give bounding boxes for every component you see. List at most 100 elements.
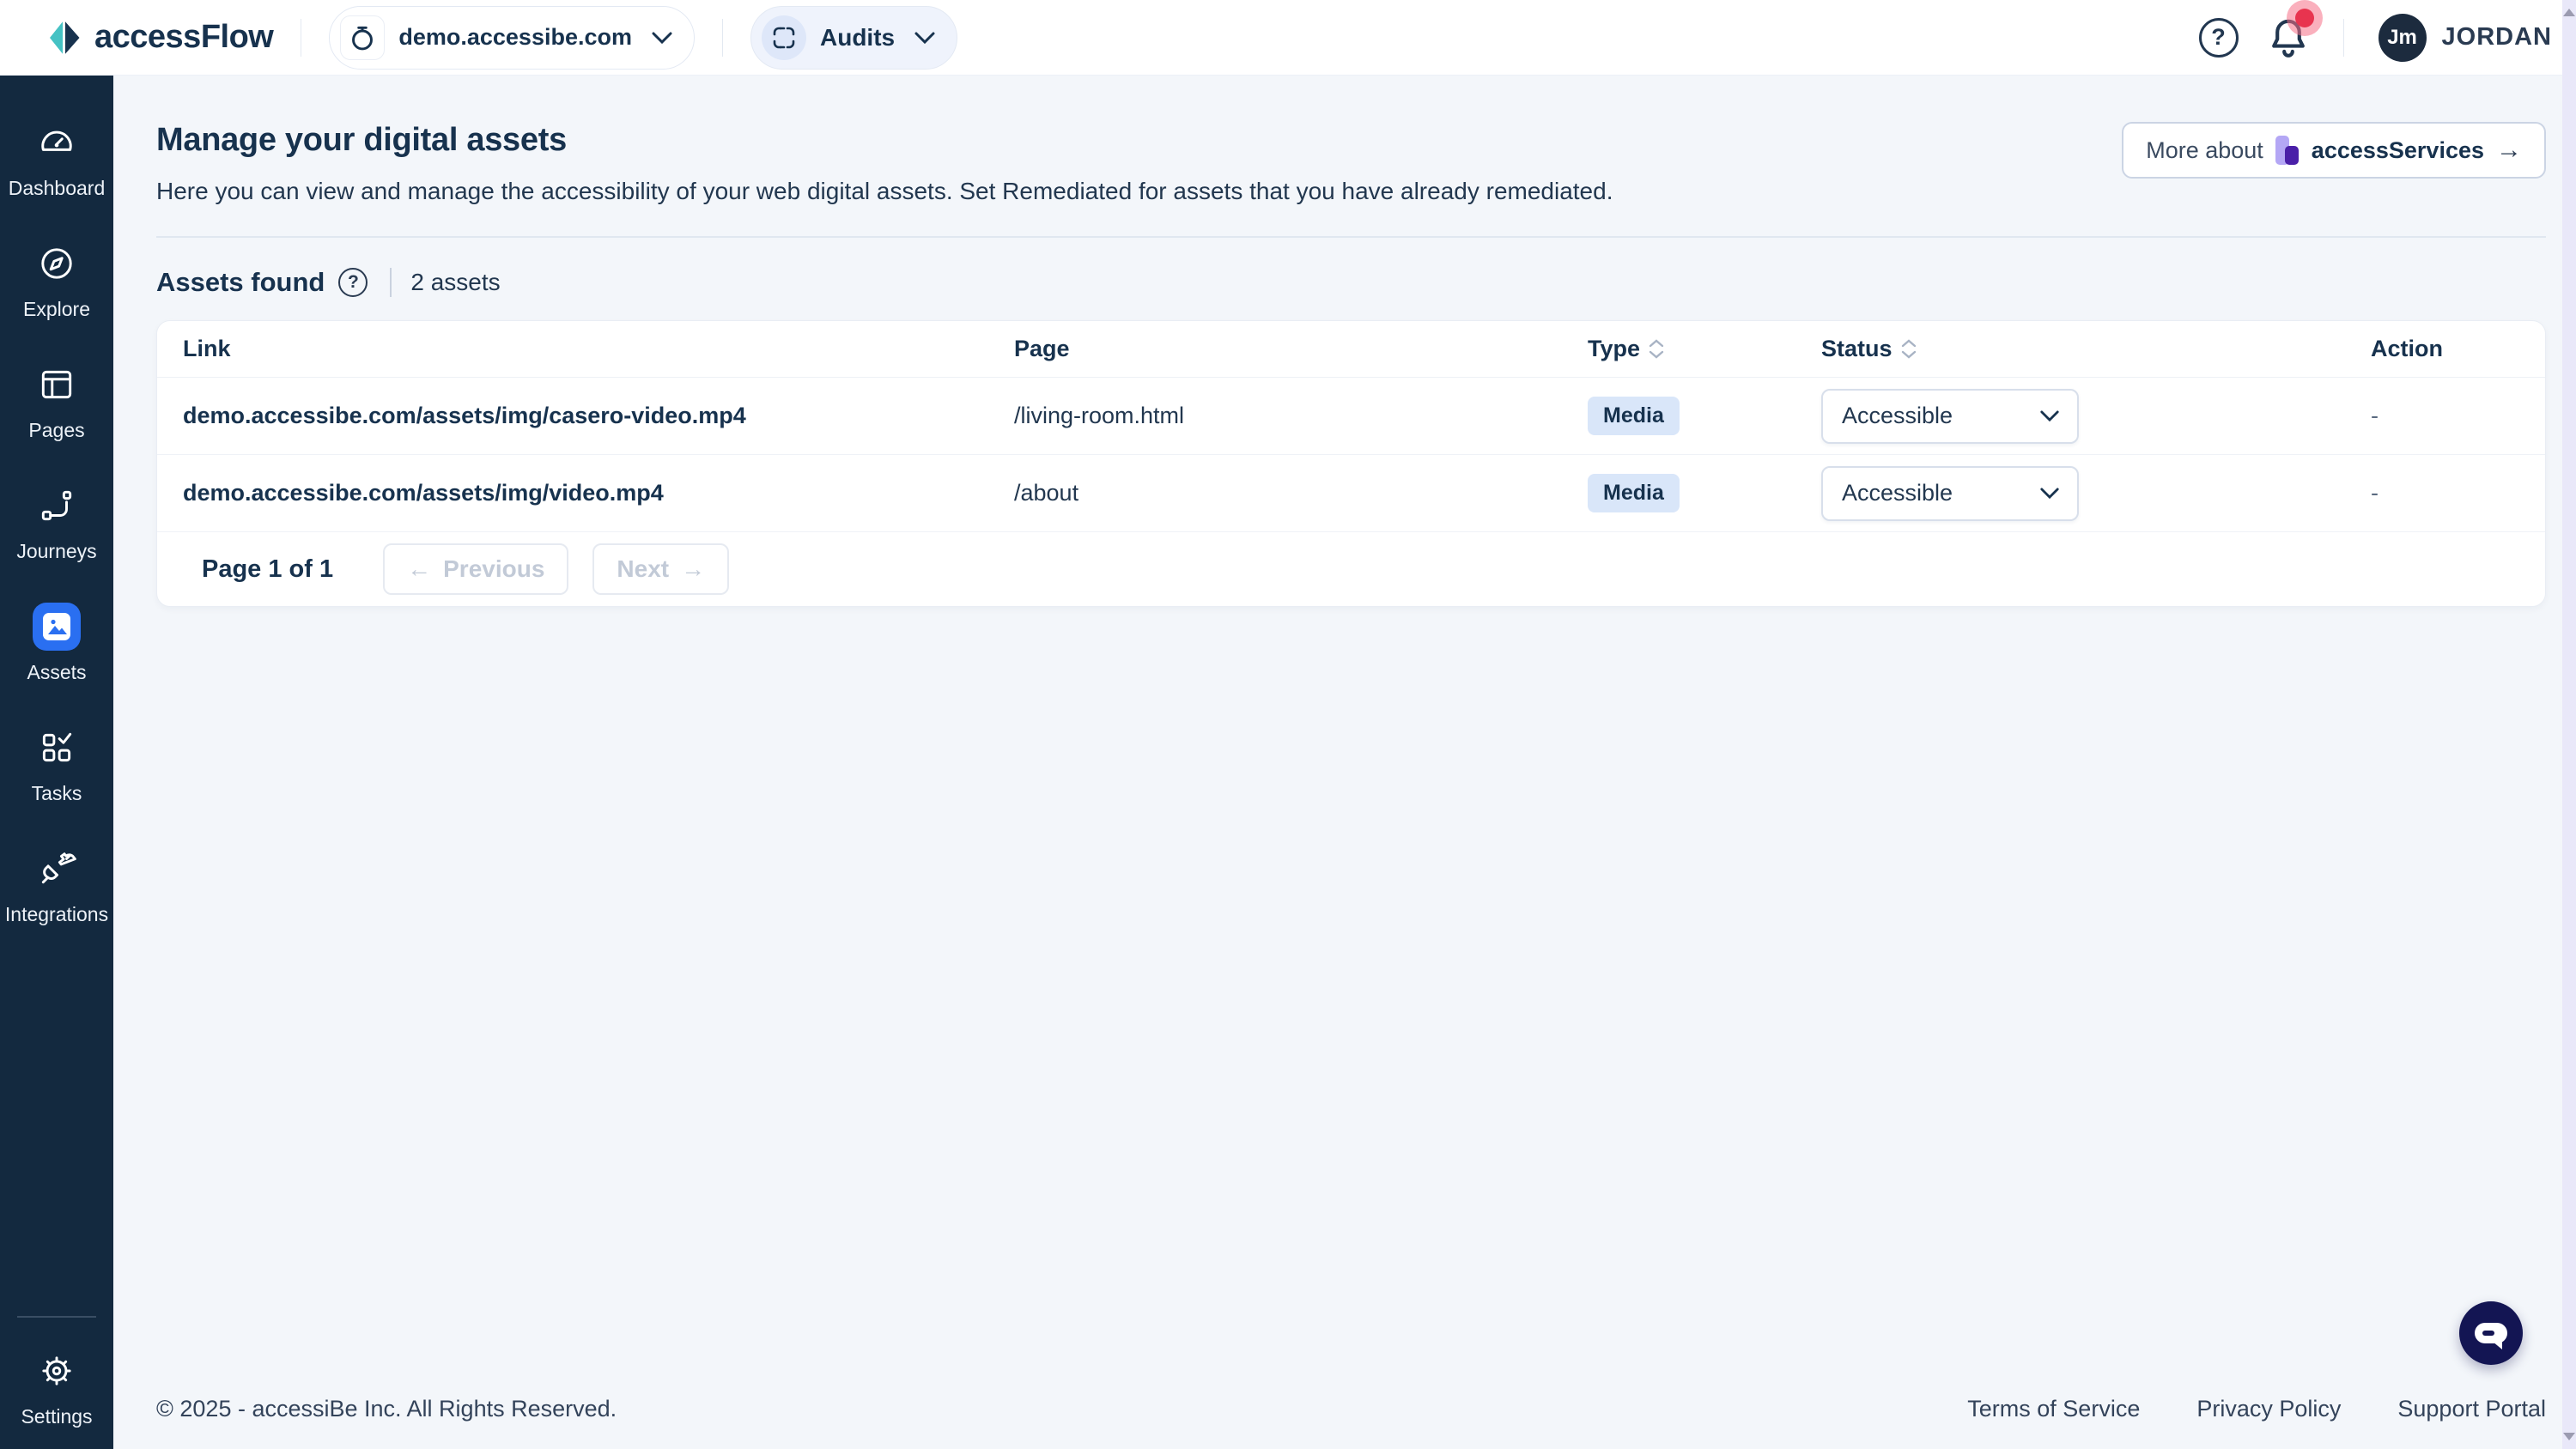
assets-found-row: Assets found ? 2 assets: [156, 267, 2546, 298]
column-header-status: Status: [1821, 336, 2371, 362]
footer: © 2025 - accessiBe Inc. All Rights Reser…: [156, 1389, 2546, 1449]
footer-link-terms[interactable]: Terms of Service: [1967, 1396, 2140, 1422]
audits-menu-label: Audits: [820, 24, 895, 52]
body-row: Dashboard Explore Page: [0, 76, 2576, 1449]
sidebar-item-journeys[interactable]: Journeys: [16, 482, 96, 563]
chevron-down-icon: [651, 31, 673, 45]
topbar-right: ? Jm JORDAN: [2199, 14, 2552, 62]
sidebar-item-label: Settings: [21, 1405, 92, 1428]
asset-link[interactable]: demo.accessibe.com/assets/img/video.mp4: [183, 480, 664, 506]
main-content: Manage your digital assets Here you can …: [113, 76, 2576, 1449]
action-value: -: [2371, 480, 2379, 506]
type-badge: Media: [1588, 474, 1680, 512]
status-select-value: Accessible: [1842, 480, 1953, 506]
footer-link-support[interactable]: Support Portal: [2397, 1396, 2546, 1422]
sidebar-item-label: Dashboard: [9, 177, 106, 200]
window-layout-icon: [33, 361, 81, 409]
arrow-left-icon: ←: [407, 555, 431, 583]
sidebar-item-label: Journeys: [16, 540, 96, 563]
sidebar: Dashboard Explore Page: [0, 76, 113, 1449]
chat-bubble-icon: [2475, 1323, 2507, 1343]
status-select-value: Accessible: [1842, 403, 1953, 429]
audits-menu[interactable]: Audits: [750, 6, 957, 70]
notification-badge: [2295, 9, 2314, 27]
scrollbar[interactable]: [2562, 0, 2576, 1449]
tasks-check-icon: [33, 724, 81, 772]
sidebar-item-label: Integrations: [5, 903, 108, 926]
assets-table: Link Page Type Status: [156, 320, 2546, 607]
asset-page: /living-room.html: [1014, 403, 1184, 428]
help-icon[interactable]: ?: [2199, 18, 2239, 58]
arrow-right-icon: →: [681, 555, 705, 583]
chevron-down-icon: [914, 31, 936, 45]
pagination-row: Page 1 of 1 ← Previous Next →: [157, 532, 2545, 606]
page-subtitle: Here you can view and manage the accessi…: [156, 178, 1613, 205]
accessflow-logo[interactable]: accessFlow: [48, 19, 273, 56]
sidebar-item-pages[interactable]: Pages: [28, 361, 84, 442]
footer-links: Terms of Service Privacy Policy Support …: [1967, 1396, 2546, 1422]
column-header-page: Page: [1014, 336, 1588, 362]
chat-widget-button[interactable]: [2459, 1301, 2523, 1365]
plug-icon: [33, 845, 81, 893]
user-menu[interactable]: Jm JORDAN: [2379, 14, 2552, 62]
gauge-icon: [33, 118, 81, 167]
avatar: Jm: [2379, 14, 2427, 62]
title-row: Manage your digital assets Here you can …: [156, 122, 2546, 205]
next-page-button[interactable]: Next →: [592, 543, 729, 595]
sidebar-item-label: Assets: [27, 661, 86, 684]
action-value: -: [2371, 403, 2379, 428]
assets-count: 2 assets: [410, 269, 500, 296]
column-header-action: Action: [2371, 336, 2519, 362]
notifications-bell-icon[interactable]: [2268, 15, 2309, 60]
previous-page-button[interactable]: ← Previous: [383, 543, 568, 595]
route-icon: [33, 482, 81, 530]
table-row: demo.accessibe.com/assets/img/video.mp4 …: [157, 455, 2545, 532]
accessflow-logo-icon: [48, 20, 82, 56]
accessflow-logo-text: accessFlow: [94, 19, 273, 56]
asset-link[interactable]: demo.accessibe.com/assets/img/casero-vid…: [183, 403, 746, 428]
compass-icon: [33, 239, 81, 288]
sort-arrows-icon[interactable]: [1901, 339, 1917, 359]
access-services-icon: [2275, 136, 2300, 165]
divider: [2343, 19, 2344, 57]
access-services-brand: accessServices: [2312, 137, 2484, 164]
sidebar-item-settings[interactable]: Settings: [21, 1347, 92, 1428]
divider: [390, 268, 392, 297]
app-root: accessFlow demo.accessibe.com: [0, 0, 2576, 1449]
gear-icon: [33, 1347, 81, 1395]
user-name: JORDAN: [2442, 23, 2552, 52]
domain-selector[interactable]: demo.accessibe.com: [329, 6, 695, 70]
chevron-down-icon: [2039, 409, 2060, 422]
sidebar-item-label: Tasks: [32, 782, 82, 805]
more-about-prefix: More about: [2146, 137, 2263, 164]
footer-link-privacy[interactable]: Privacy Policy: [2196, 1396, 2341, 1422]
asset-page: /about: [1014, 480, 1078, 506]
column-header-type: Type: [1588, 336, 1821, 362]
status-select[interactable]: Accessible: [1821, 389, 2079, 444]
scan-frame-icon: [762, 15, 806, 60]
sidebar-item-assets[interactable]: Assets: [27, 603, 86, 684]
divider: [722, 19, 723, 57]
chevron-down-icon: [2039, 487, 2060, 500]
sidebar-divider: [17, 1316, 96, 1318]
type-badge: Media: [1588, 397, 1680, 435]
scrollbar-down-arrow-icon[interactable]: [2563, 1433, 2575, 1440]
section-divider: [156, 236, 2546, 238]
sidebar-item-label: Explore: [23, 298, 90, 321]
page-title: Manage your digital assets: [156, 122, 1613, 159]
scrollbar-up-arrow-icon[interactable]: [2563, 9, 2575, 16]
sidebar-item-dashboard[interactable]: Dashboard: [9, 118, 106, 200]
table-row: demo.accessibe.com/assets/img/casero-vid…: [157, 378, 2545, 455]
title-block: Manage your digital assets Here you can …: [156, 122, 1613, 205]
arrow-right-icon: →: [2496, 136, 2522, 165]
more-about-access-services-button[interactable]: More about accessServices →: [2122, 122, 2546, 179]
sidebar-item-explore[interactable]: Explore: [23, 239, 90, 321]
sidebar-item-label: Pages: [28, 419, 84, 442]
sidebar-item-integrations[interactable]: Integrations: [5, 845, 108, 926]
sort-arrows-icon[interactable]: [1649, 339, 1664, 359]
table-header-row: Link Page Type Status: [157, 321, 2545, 378]
sidebar-item-tasks[interactable]: Tasks: [32, 724, 82, 805]
info-icon[interactable]: ?: [338, 268, 368, 297]
column-header-link: Link: [183, 336, 1014, 362]
status-select[interactable]: Accessible: [1821, 466, 2079, 521]
